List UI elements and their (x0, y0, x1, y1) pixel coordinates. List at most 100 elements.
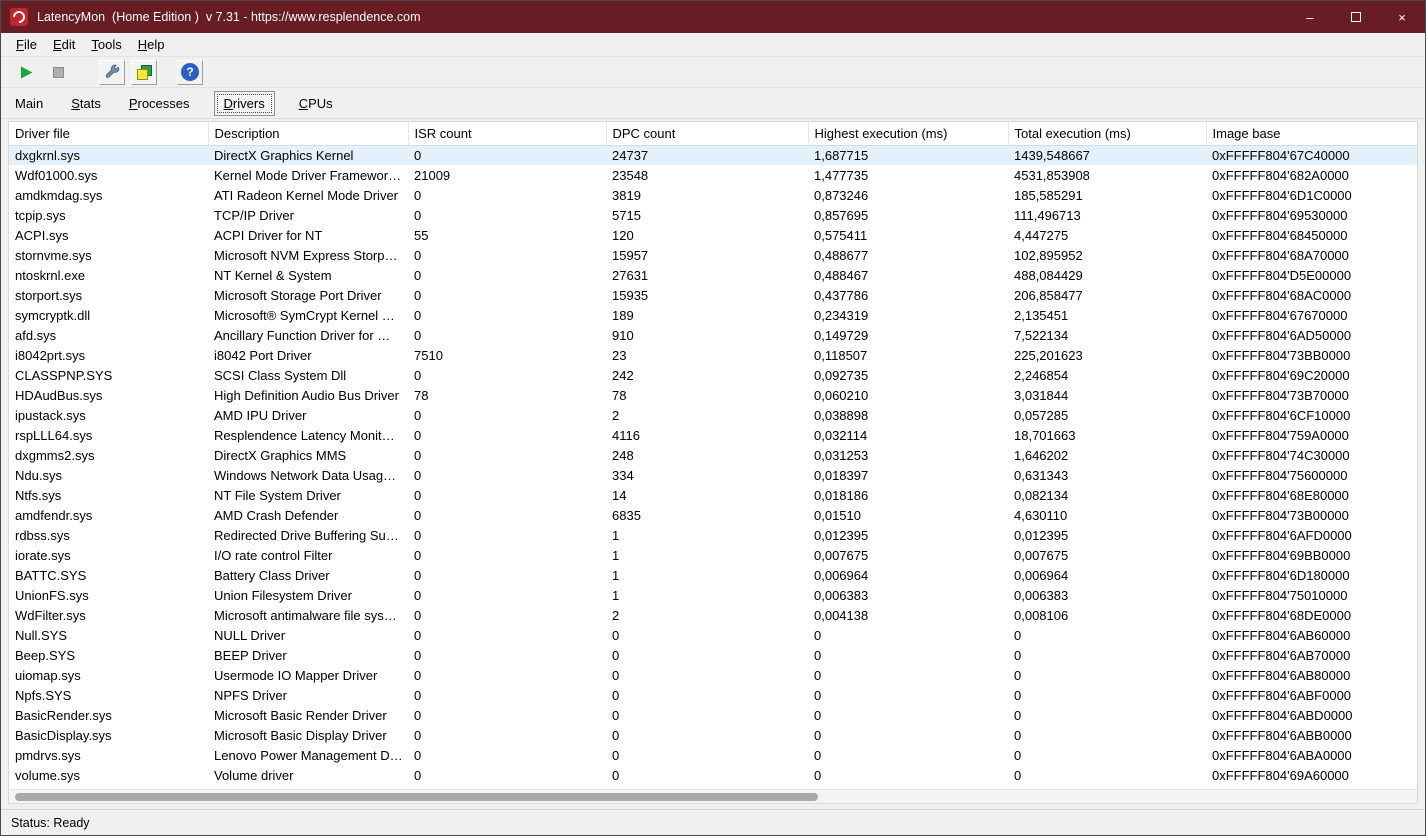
cell: 0xFFFFF804'6AFD0000 (1212, 527, 1352, 543)
table-row-dxgmms2-sys[interactable]: dxgmms2.sys DirectX Graphics MMS 0 248 0,031… (9, 445, 1417, 465)
cell: 14 (612, 487, 627, 503)
cell: WdFilter.sys (15, 607, 86, 623)
table-row-storport-sys[interactable]: storport.sys Microsoft Storage Port Drive… (9, 285, 1417, 305)
tab-cpus[interactable]: CPUs (295, 92, 337, 115)
cell: 0 (1014, 687, 1022, 703)
horizontal-scrollbar[interactable] (9, 789, 1417, 803)
cell: 18,701663 (1014, 427, 1076, 443)
close-button[interactable]: × (1379, 1, 1425, 33)
column-header-image-base[interactable]: Image base (1206, 122, 1417, 146)
table-row-iorate-sys[interactable]: iorate.sys I/O rate control Filter 0 1 0,007… (9, 545, 1417, 565)
cell: 0 (414, 507, 422, 523)
report-button[interactable] (131, 59, 157, 85)
maximize-button[interactable] (1333, 1, 1379, 33)
menu-item-edit[interactable]: Edit (45, 34, 83, 55)
cell: 0 (612, 627, 620, 643)
cell: Ancillary Function Driver for … (214, 327, 391, 343)
cell: 0xFFFFF804'75010000 (1212, 587, 1348, 603)
table-row-stornvme-sys[interactable]: stornvme.sys Microsoft NVM Express Storp…… (9, 245, 1417, 265)
cell: 1,646202 (1014, 447, 1069, 463)
table-row-i8042prt-sys[interactable]: i8042prt.sys i8042 Port Driver 7510 23 0,118… (9, 345, 1417, 365)
table-row-ndu-sys[interactable]: Ndu.sys Windows Network Data Usag… 0 334 0,0… (9, 465, 1417, 485)
latencymon-window: LatencyMon (Home Edition ) v 7.31 - http… (0, 0, 1426, 836)
cell: amdkmdag.sys (15, 187, 103, 203)
cell: 0,012395 (1014, 527, 1069, 543)
cell: Microsoft Basic Render Driver (214, 707, 387, 723)
table-row-tcpip-sys[interactable]: tcpip.sys TCP/IP Driver 0 5715 0,857695 111,4… (9, 205, 1417, 225)
menu-item-file[interactable]: File (8, 34, 45, 55)
table-row-beep-sys[interactable]: Beep.SYS BEEP Driver 0 0 0 0 0xFFFFF804'6AB700… (9, 645, 1417, 665)
cell: 0 (814, 647, 822, 663)
cell: rdbss.sys (15, 527, 70, 543)
cell: 24737 (606, 145, 808, 165)
table-row-volume-sys[interactable]: volume.sys Volume driver 0 0 0 0 0xFFFFF804'69… (9, 765, 1417, 785)
cell: 0,007675 (1014, 547, 1069, 563)
cell: 0,118507 (814, 347, 868, 363)
table-row-rsplll64-sys[interactable]: rspLLL64.sys Resplendence Latency Monit… 0… (9, 425, 1417, 445)
menu-item-tools[interactable]: Tools (83, 34, 129, 55)
cell: 0,006964 (1014, 567, 1069, 583)
cell: 1 (612, 567, 620, 583)
table-row-wdf01000-sys[interactable]: Wdf01000.sys Kernel Mode Driver Framewor…… (9, 165, 1417, 185)
column-header-total-execution-ms[interactable]: Total execution (ms) (1008, 122, 1207, 146)
table-row-amdkmdag-sys[interactable]: amdkmdag.sys ATI Radeon Kernel Mode Drive… (9, 185, 1417, 205)
titlebar[interactable]: LatencyMon (Home Edition ) v 7.31 - http… (1, 1, 1425, 33)
table-row-afd-sys[interactable]: afd.sys Ancillary Function Driver for … 0 9… (9, 325, 1417, 345)
table-row-battc-sys[interactable]: BATTC.SYS Battery Class Driver 0 1 0,006964 0… (9, 565, 1417, 585)
table-row-amdfendr-sys[interactable]: amdfendr.sys AMD Crash Defender 0 6835 0,015… (9, 505, 1417, 525)
column-header-highest-execution-ms[interactable]: Highest execution (ms) (808, 122, 1009, 146)
table-row-ipustack-sys[interactable]: ipustack.sys AMD IPU Driver 0 2 0,038898 0,05… (9, 405, 1417, 425)
column-header-driver-file[interactable]: Driver file (9, 122, 209, 146)
start-monitor-button[interactable] (13, 60, 39, 85)
cell: 0xFFFFF804'68DE0000 (1212, 607, 1352, 623)
cell: 0,031253 (814, 447, 869, 463)
tab-drivers[interactable]: Drivers (213, 90, 275, 116)
cell: tcpip.sys (15, 207, 66, 223)
table-row-dxgkrnl-sys[interactable]: dxgkrnl.sys DirectX Graphics Kernel 0 24737… (9, 145, 1417, 165)
minimize-button[interactable]: – (1287, 1, 1333, 33)
table-row-symcryptk-dll[interactable]: symcryptk.dll Microsoft® SymCrypt Kernel … (9, 305, 1417, 325)
cell: 0 (612, 667, 620, 683)
minimize-icon: – (1306, 9, 1314, 25)
tab-stats[interactable]: Stats (67, 92, 105, 115)
column-header-isr-count[interactable]: ISR count (408, 122, 607, 146)
help-button[interactable]: ? (177, 59, 203, 85)
tab-processes[interactable]: Processes (125, 92, 194, 115)
table-row-ntoskrnl-exe[interactable]: ntoskrnl.exe NT Kernel & System 0 27631 0,48… (9, 265, 1417, 285)
table-row-unionfs-sys[interactable]: UnionFS.sys Union Filesystem Driver 0 1 0,00… (9, 585, 1417, 605)
tab-main[interactable]: Main (11, 92, 47, 115)
table-row-basicdisplay-sys[interactable]: BasicDisplay.sys Microsoft Basic Display … (9, 725, 1417, 745)
cell: 23548 (612, 167, 649, 183)
cell: 0 (414, 567, 422, 583)
menu-item-help[interactable]: Help (130, 34, 173, 55)
cell: DirectX Graphics Kernel (208, 145, 408, 165)
cell: Redirected Drive Buffering Su… (214, 527, 399, 543)
table-row-acpi-sys[interactable]: ACPI.sys ACPI Driver for NT 55 120 0,575411 4… (9, 225, 1417, 245)
scrollbar-thumb[interactable] (15, 793, 818, 801)
table-row-rdbss-sys[interactable]: rdbss.sys Redirected Drive Buffering Su… 0… (9, 525, 1417, 545)
table-row-basicrender-sys[interactable]: BasicRender.sys Microsoft Basic Render Dr… (9, 705, 1417, 725)
table-row-uiomap-sys[interactable]: uiomap.sys Usermode IO Mapper Driver 0 0 0 0 0… (9, 665, 1417, 685)
cell: NT Kernel & System (214, 267, 332, 283)
cell: dxgkrnl.sys (9, 145, 208, 165)
column-header-dpc-count[interactable]: DPC count (606, 122, 809, 146)
column-header-description[interactable]: Description (208, 122, 409, 146)
table-row-npfs-sys[interactable]: Npfs.SYS NPFS Driver 0 0 0 0 0xFFFFF804'6ABF00… (9, 685, 1417, 705)
table-row-hdaudbus-sys[interactable]: HDAudBus.sys High Definition Audio Bus Dr… (9, 385, 1417, 405)
cell: SCSI Class System Dll (214, 367, 347, 383)
cell: 0xFFFFF804'69530000 (1212, 207, 1348, 223)
cell: 0xFFFFF804'68A70000 (1212, 247, 1349, 263)
table-row-null-sys[interactable]: Null.SYS NULL Driver 0 0 0 0 0xFFFFF804'6AB600… (9, 625, 1417, 645)
stop-monitor-button[interactable] (45, 60, 71, 85)
cell: 0 (414, 667, 422, 683)
cell: 0,488467 (814, 267, 869, 283)
options-button[interactable] (99, 59, 125, 85)
table-row-ntfs-sys[interactable]: Ntfs.sys NT File System Driver 0 14 0,018186… (9, 485, 1417, 505)
table-row-classpnp-sys[interactable]: CLASSPNP.SYS SCSI Class System Dll 0 242 0,0… (9, 365, 1417, 385)
cell: 0 (814, 767, 822, 783)
cell: 0 (612, 727, 620, 743)
cell: 0,488677 (814, 247, 869, 263)
cell: 0 (814, 687, 822, 703)
table-row-wdfilter-sys[interactable]: WdFilter.sys Microsoft antimalware file s… (9, 605, 1417, 625)
table-row-pmdrvs-sys[interactable]: pmdrvs.sys Lenovo Power Management D… 0 0 0 0… (9, 745, 1417, 765)
